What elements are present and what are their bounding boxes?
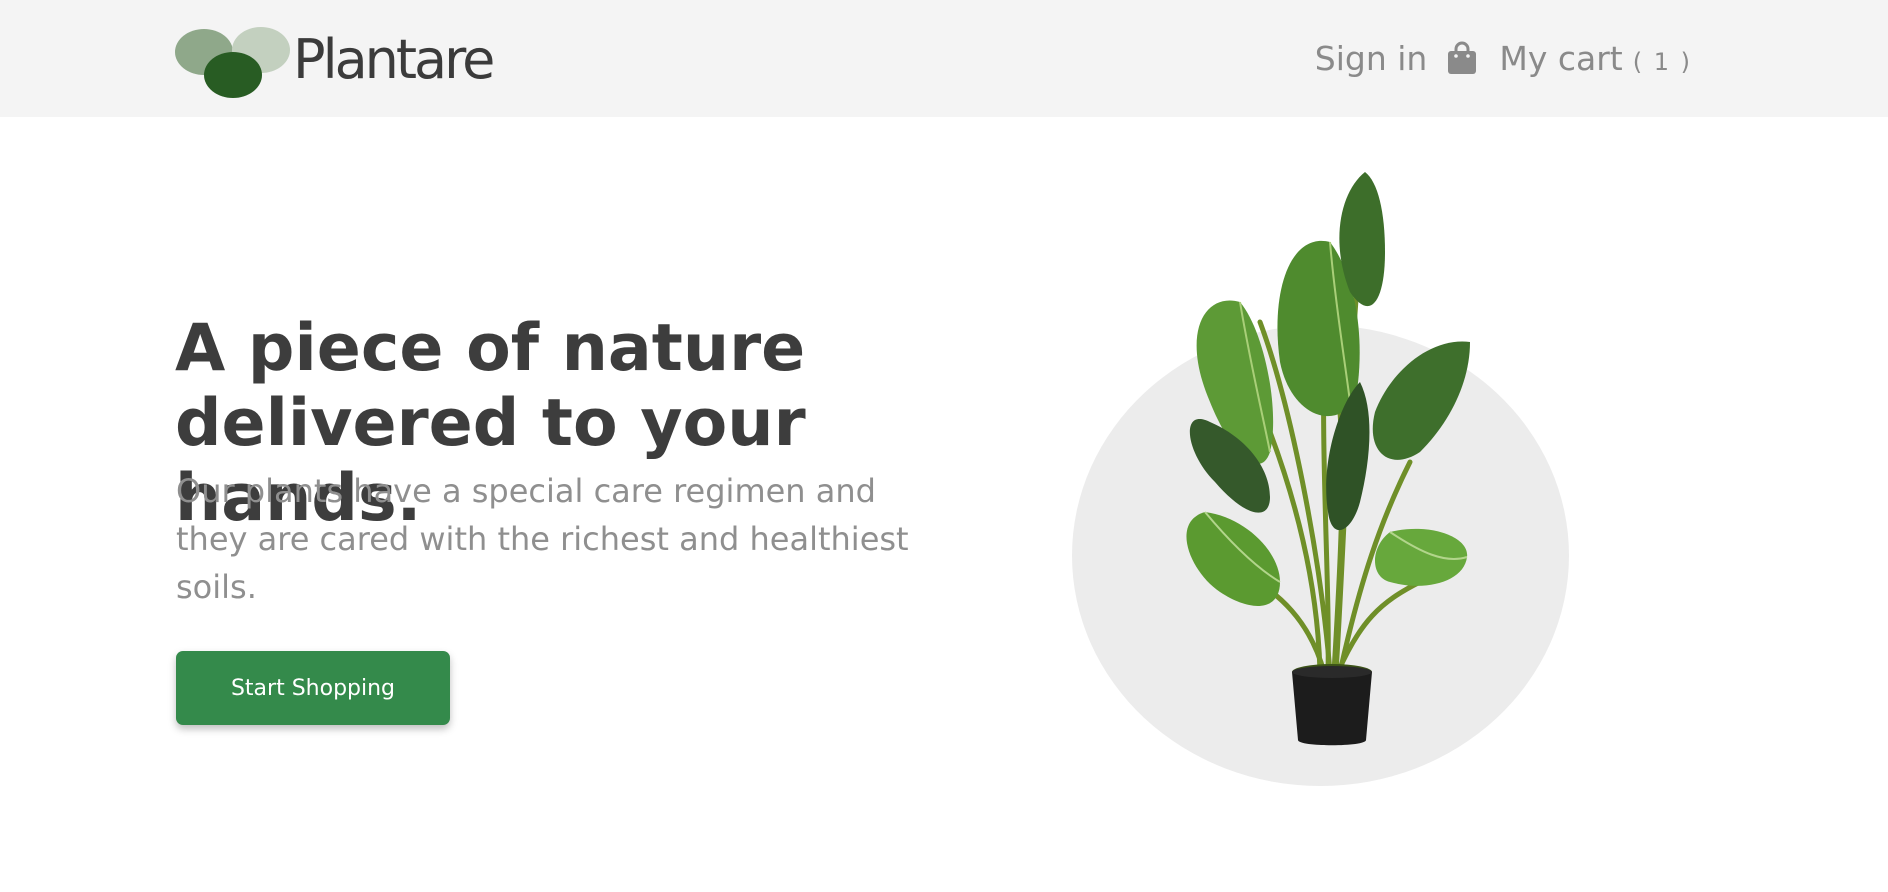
brand-name: Plantare: [293, 28, 495, 91]
hero-section: A piece of nature delivered to your hand…: [0, 117, 1888, 892]
site-header: Plantare Sign in My cart ( 1 ): [0, 0, 1888, 117]
hero-subtext: Our plants have a special care regimen a…: [176, 472, 909, 606]
my-cart-link[interactable]: My cart ( 1 ): [1499, 39, 1692, 78]
leaf-ovals-logo-icon: [175, 27, 290, 98]
cart-count-badge: ( 1 ): [1632, 47, 1692, 76]
cart-label: My cart: [1499, 38, 1623, 78]
sign-in-link[interactable]: Sign in: [1315, 39, 1428, 78]
start-shopping-button[interactable]: Start Shopping: [176, 651, 450, 725]
potted-plant-image: [1186, 172, 1470, 746]
shopping-bag-icon[interactable]: [1447, 41, 1477, 75]
top-nav: Sign in My cart ( 1 ): [1315, 34, 1692, 82]
